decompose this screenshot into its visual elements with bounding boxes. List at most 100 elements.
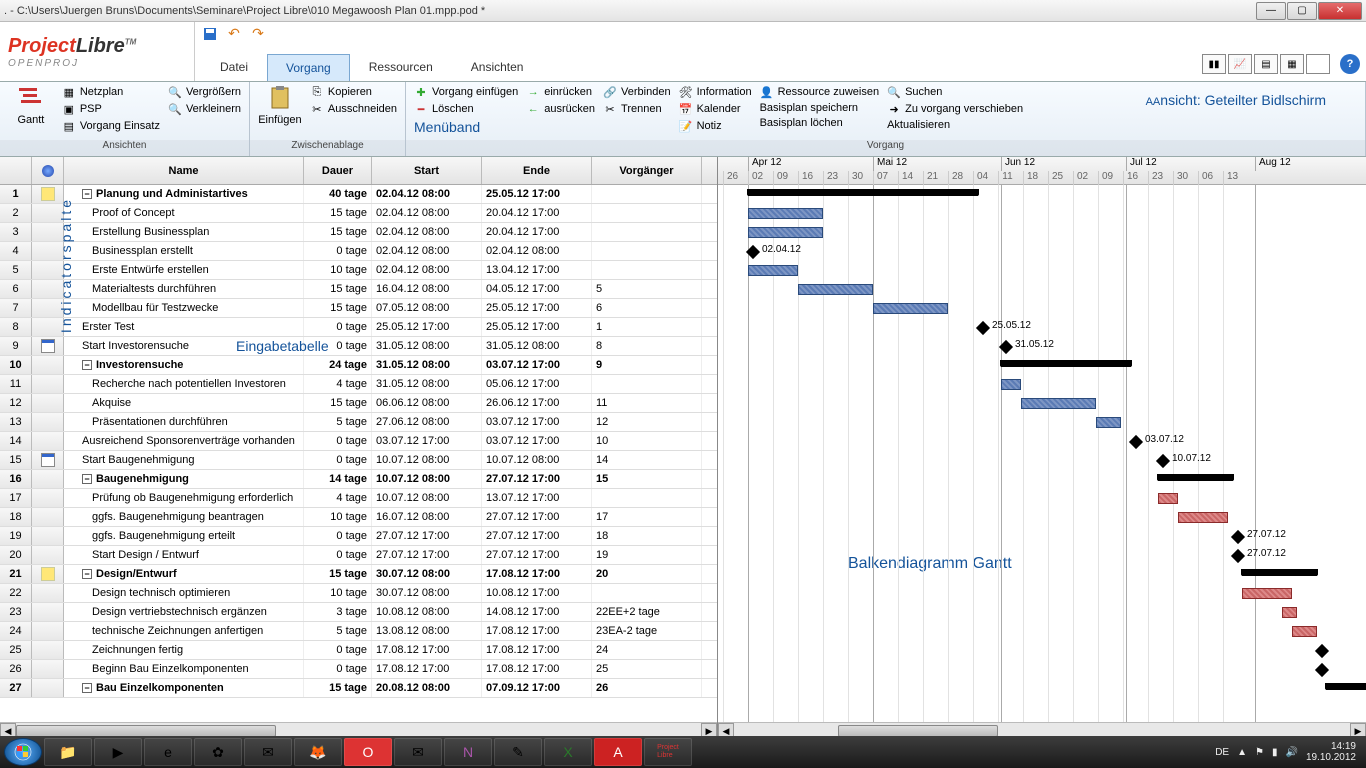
- pred-cell[interactable]: 15: [592, 470, 702, 488]
- col-name[interactable]: Name: [64, 157, 304, 184]
- pred-cell[interactable]: 22EE+2 tage: [592, 603, 702, 621]
- taskbar-app1[interactable]: ✿: [194, 738, 242, 766]
- duration-cell[interactable]: 3 tage: [304, 603, 372, 621]
- end-cell[interactable]: 10.08.12 17:00: [482, 584, 592, 602]
- task-name-cell[interactable]: Start Investorensuche: [64, 337, 304, 355]
- end-cell[interactable]: 26.06.12 17:00: [482, 394, 592, 412]
- view-icon-2[interactable]: 📈: [1228, 54, 1252, 74]
- kalender-button[interactable]: 📅Kalender: [677, 101, 754, 117]
- task-name-cell[interactable]: Proof of Concept: [64, 204, 304, 222]
- duration-cell[interactable]: 0 tage: [304, 432, 372, 450]
- end-cell[interactable]: 27.07.12 17:00: [482, 527, 592, 545]
- start-cell[interactable]: 31.05.12 08:00: [372, 375, 482, 393]
- task-name-cell[interactable]: Prüfung ob Baugenehmigung erforderlich: [64, 489, 304, 507]
- col-indicator[interactable]: [32, 157, 64, 184]
- ausruecken-button[interactable]: ←ausrücken: [524, 101, 597, 117]
- end-cell[interactable]: 27.07.12 17:00: [482, 546, 592, 564]
- table-row[interactable]: 17Prüfung ob Baugenehmigung erforderlich…: [0, 489, 717, 508]
- trennen-button[interactable]: ✂Trennen: [601, 101, 673, 117]
- view-icon-4[interactable]: ▦: [1280, 54, 1304, 74]
- pred-cell[interactable]: [592, 584, 702, 602]
- task-bar[interactable]: [748, 265, 798, 276]
- table-row[interactable]: 11Recherche nach potentiellen Investoren…: [0, 375, 717, 394]
- taskbar-projectlibre[interactable]: ProjectLibre: [644, 738, 692, 766]
- taskbar-outlook[interactable]: ✉: [394, 738, 442, 766]
- start-cell[interactable]: 25.05.12 17:00: [372, 318, 482, 336]
- maximize-button[interactable]: ▢: [1287, 2, 1317, 20]
- task-name-cell[interactable]: −Design/Entwurf: [64, 565, 304, 583]
- pred-cell[interactable]: 6: [592, 299, 702, 317]
- taskbar-explorer[interactable]: 📁: [44, 738, 92, 766]
- taskbar-ie[interactable]: e: [144, 738, 192, 766]
- basisplan-speichern-button[interactable]: Basisplan speichern: [758, 101, 882, 115]
- tray-vol-icon[interactable]: 🔊: [1285, 747, 1297, 758]
- end-cell[interactable]: 14.08.12 17:00: [482, 603, 592, 621]
- task-name-cell[interactable]: −Bau Einzelkomponenten: [64, 679, 304, 697]
- gantt-body[interactable]: Balkendiagramm Gantt 02.04.1225.05.1231.…: [718, 185, 1366, 722]
- task-bar[interactable]: [1001, 379, 1021, 390]
- duration-cell[interactable]: 15 tage: [304, 280, 372, 298]
- pred-cell[interactable]: 12: [592, 413, 702, 431]
- task-name-cell[interactable]: Businessplan erstellt: [64, 242, 304, 260]
- end-cell[interactable]: 25.05.12 17:00: [482, 185, 592, 203]
- taskbar-app2[interactable]: ✉: [244, 738, 292, 766]
- end-cell[interactable]: 13.07.12 17:00: [482, 489, 592, 507]
- task-name-cell[interactable]: Start Design / Entwurf: [64, 546, 304, 564]
- duration-cell[interactable]: 0 tage: [304, 527, 372, 545]
- duration-cell[interactable]: 0 tage: [304, 546, 372, 564]
- pred-cell[interactable]: 19: [592, 546, 702, 564]
- start-cell[interactable]: 27.07.12 17:00: [372, 546, 482, 564]
- duration-cell[interactable]: 14 tage: [304, 470, 372, 488]
- end-cell[interactable]: 20.04.12 17:00: [482, 204, 592, 222]
- duration-cell[interactable]: 4 tage: [304, 489, 372, 507]
- pred-cell[interactable]: [592, 223, 702, 241]
- duration-cell[interactable]: 15 tage: [304, 223, 372, 241]
- pred-cell[interactable]: [592, 489, 702, 507]
- table-row[interactable]: 2Proof of Concept15 tage02.04.12 08:0020…: [0, 204, 717, 223]
- milestone[interactable]: [1231, 530, 1245, 544]
- pred-cell[interactable]: [592, 204, 702, 222]
- table-row[interactable]: 6Materialtests durchführen15 tage16.04.1…: [0, 280, 717, 299]
- table-row[interactable]: 24technische Zeichnungen anfertigen5 tag…: [0, 622, 717, 641]
- end-cell[interactable]: 03.07.12 17:00: [482, 413, 592, 431]
- table-row[interactable]: 19ggfs. Baugenehmigung erteilt0 tage27.0…: [0, 527, 717, 546]
- task-name-cell[interactable]: Akquise: [64, 394, 304, 412]
- view-icon-3[interactable]: ▤: [1254, 54, 1278, 74]
- duration-cell[interactable]: 0 tage: [304, 641, 372, 659]
- duration-cell[interactable]: 15 tage: [304, 204, 372, 222]
- task-bar[interactable]: [1158, 493, 1178, 504]
- duration-cell[interactable]: 5 tage: [304, 622, 372, 640]
- pred-cell[interactable]: 10: [592, 432, 702, 450]
- col-vorgaenger[interactable]: Vorgänger: [592, 157, 702, 184]
- end-cell[interactable]: 27.07.12 17:00: [482, 470, 592, 488]
- table-row[interactable]: 1−Planung und Administartives40 tage02.0…: [0, 185, 717, 204]
- table-row[interactable]: 22Design technisch optimieren10 tage30.0…: [0, 584, 717, 603]
- outline-toggle[interactable]: −: [82, 474, 92, 484]
- minimize-button[interactable]: —: [1256, 2, 1286, 20]
- pred-cell[interactable]: 20: [592, 565, 702, 583]
- start-cell[interactable]: 02.04.12 08:00: [372, 223, 482, 241]
- tab-vorgang[interactable]: Vorgang: [267, 54, 350, 81]
- task-name-cell[interactable]: Erste Entwürfe erstellen: [64, 261, 304, 279]
- table-row[interactable]: 10−Investorensuche24 tage31.05.12 08:000…: [0, 356, 717, 375]
- task-name-cell[interactable]: Erstellung Businessplan: [64, 223, 304, 241]
- summary-bar[interactable]: [1326, 683, 1366, 690]
- pred-cell[interactable]: [592, 185, 702, 203]
- loeschen-button[interactable]: ━Löschen: [412, 101, 520, 117]
- verbinden-button[interactable]: 🔗Verbinden: [601, 84, 673, 100]
- start-cell[interactable]: 31.05.12 08:00: [372, 337, 482, 355]
- end-cell[interactable]: 17.08.12 17:00: [482, 641, 592, 659]
- task-name-cell[interactable]: Ausreichend Sponsorenverträge vorhanden: [64, 432, 304, 450]
- taskbar-media[interactable]: ▶: [94, 738, 142, 766]
- verkleinern-button[interactable]: 🔍Verkleinern: [166, 101, 243, 117]
- pred-cell[interactable]: [592, 242, 702, 260]
- pred-cell[interactable]: 8: [592, 337, 702, 355]
- duration-cell[interactable]: 40 tage: [304, 185, 372, 203]
- end-cell[interactable]: 25.05.12 17:00: [482, 299, 592, 317]
- task-name-cell[interactable]: Materialtests durchführen: [64, 280, 304, 298]
- view-icon-1[interactable]: ▮▮: [1202, 54, 1226, 74]
- aktualisieren-button[interactable]: Aktualisieren: [885, 118, 1025, 132]
- start-cell[interactable]: 02.04.12 08:00: [372, 185, 482, 203]
- table-row[interactable]: 26Beginn Bau Einzelkomponenten0 tage17.0…: [0, 660, 717, 679]
- end-cell[interactable]: 13.04.12 17:00: [482, 261, 592, 279]
